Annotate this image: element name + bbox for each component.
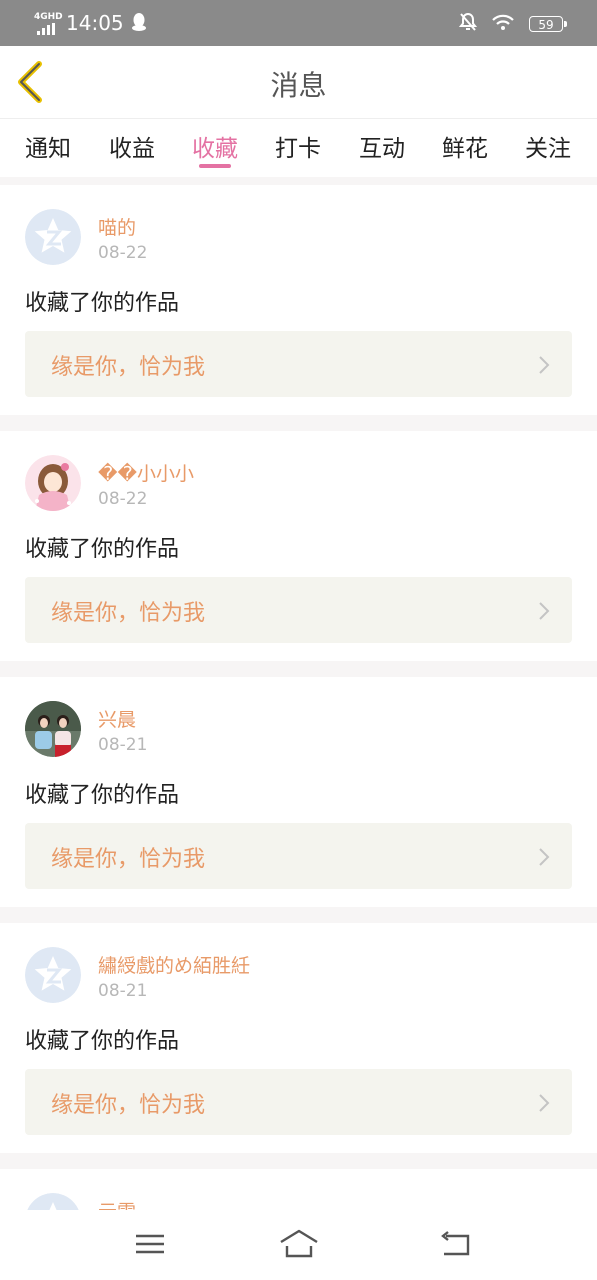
action-text: 收藏了你的作品 [25,291,180,316]
chevron-right-icon [539,602,550,620]
return-icon [441,1231,470,1256]
list-item: 云雪 [0,1169,597,1210]
username[interactable]: 繡綬戲的め絔胜紝 [98,951,250,978]
menu-icon [136,1234,164,1254]
chevron-right-icon [539,848,550,866]
username[interactable]: 喵的 [98,213,136,240]
status-time: 14:05 [66,11,124,35]
menu-button[interactable] [130,1226,170,1262]
work-title: 缘是你，恰为我 [51,847,206,872]
username[interactable]: 兴晨 [98,705,136,732]
tab-earnings[interactable]: 收益 [102,129,162,163]
default-avatar-icon [25,209,81,265]
item-date: 08-22 [98,489,148,509]
list-item: 繡綬戲的め絔胜紝 08-21 收藏了你的作品 缘是你，恰为我 [0,923,597,1153]
header-bar: 消息 [0,46,597,118]
action-text: 收藏了你的作品 [25,1029,180,1054]
photo-avatar [25,701,81,757]
list-item: ��小小小 08-22 收藏了你的作品 缘是你，恰为我 [0,431,597,661]
work-link[interactable]: 缘是你，恰为我 [25,823,572,889]
tab-notifications[interactable]: 通知 [18,129,78,163]
active-tab-indicator [199,164,231,168]
tab-flowers[interactable]: 鲜花 [435,129,495,163]
home-button[interactable] [278,1226,318,1262]
avatar[interactable] [25,209,81,265]
network-type: 4GHD [34,11,63,22]
work-title: 缘是你，恰为我 [51,1093,206,1118]
list-item: 兴晨 08-21 收藏了你的作品 缘是你，恰为我 [0,677,597,907]
tab-following[interactable]: 关注 [518,129,578,163]
item-date: 08-22 [98,243,148,263]
signal-icon [36,23,55,35]
qq-icon [131,12,147,36]
avatar[interactable] [25,701,81,757]
action-text: 收藏了你的作品 [25,783,180,808]
cartoon-girl-avatar [25,455,81,511]
avatar[interactable] [25,455,81,511]
work-link[interactable]: 缘是你，恰为我 [25,577,572,643]
mute-bell-icon [458,12,478,36]
status-bar: 4GHD 14:05 59 [0,0,597,46]
battery-indicator: 59 [529,16,567,32]
tab-checkin[interactable]: 打卡 [268,129,328,163]
action-text: 收藏了你的作品 [25,537,180,562]
system-nav-bar [0,1210,597,1280]
chevron-right-icon [539,1094,550,1112]
tab-favorites[interactable]: 收藏 [185,129,245,163]
default-avatar-icon [25,947,81,1003]
username[interactable]: ��小小小 [98,459,194,486]
item-date: 08-21 [98,981,148,1001]
work-link[interactable]: 缘是你，恰为我 [25,331,572,397]
list-item: 喵的 08-22 收藏了你的作品 缘是你，恰为我 [0,185,597,415]
back-nav-button[interactable] [436,1226,476,1262]
work-title: 缘是你，恰为我 [51,355,206,380]
item-date: 08-21 [98,735,148,755]
avatar[interactable] [25,1193,81,1210]
tab-bar: 通知 收益 收藏 打卡 互动 鲜花 关注 [0,118,597,177]
chevron-right-icon [539,356,550,374]
page-title: 消息 [270,69,327,102]
username[interactable]: 云雪 [98,1197,136,1210]
default-avatar-icon [27,1193,79,1210]
home-icon [280,1229,318,1258]
work-link[interactable]: 缘是你，恰为我 [25,1069,572,1135]
wifi-icon [491,13,515,35]
tab-interaction[interactable]: 互动 [352,129,412,163]
work-title: 缘是你，恰为我 [51,601,206,626]
avatar[interactable] [25,947,81,1003]
